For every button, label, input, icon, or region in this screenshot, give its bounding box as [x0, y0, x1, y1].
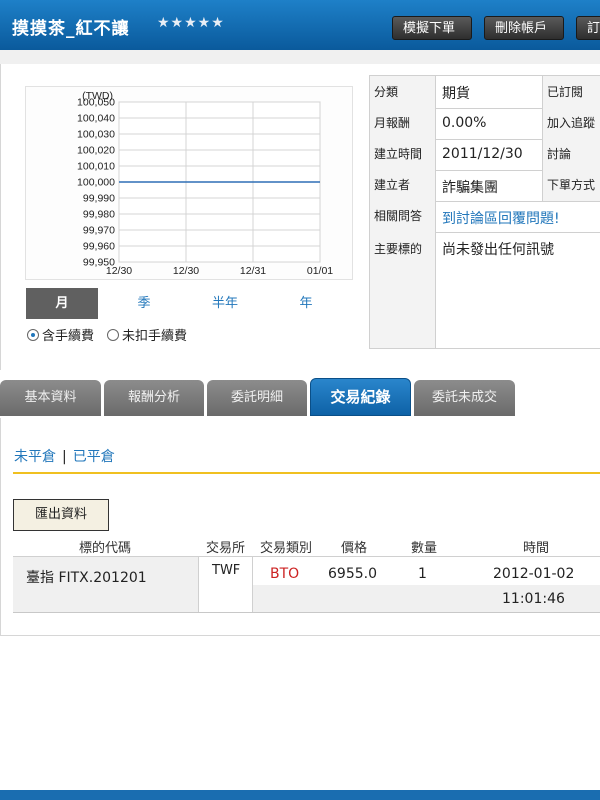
col-header-symbol: 標的代碼 [79, 541, 132, 556]
table-row: 臺指 FITX.201201 TWF BTO 6955.0 1 2012-01-… [13, 557, 600, 613]
y-tick-label: 99,960 [83, 241, 115, 253]
x-tick-label: 12/30 [173, 265, 199, 277]
y-tick-label: 100,020 [77, 145, 115, 157]
info-row-monthly-return: 月報酬 0.00% 加入追蹤 [370, 108, 600, 140]
page-footer [0, 790, 600, 800]
y-tick-label: 100,010 [77, 161, 115, 173]
trade-records-panel: 未平倉 | 已平倉 匯出資料 標的代碼 交易所 交易類別 價格 數量 時間 臺指 F… [0, 418, 600, 636]
info-label: 相關問答 [370, 201, 436, 232]
info-right-label[interactable]: 加入追蹤 [542, 108, 600, 139]
info-label: 分類 [370, 76, 436, 108]
rating-stars[interactable]: ★★★★★ [157, 15, 225, 31]
trade-symbol: 臺指 FITX.201201 [26, 570, 147, 586]
period-tab-half-year[interactable]: 半年 [189, 288, 261, 319]
col-header-time: 時間 [523, 541, 550, 556]
trade-price: 6955.0 [328, 566, 377, 582]
closed-positions-link[interactable]: 已平倉 [73, 449, 115, 465]
trade-time: 11:01:46 [502, 591, 565, 607]
y-tick-label: 100,030 [77, 129, 115, 141]
export-data-button[interactable]: 匯出資料 [13, 499, 109, 531]
qa-link[interactable]: 到討論區回覆問題! [442, 208, 560, 228]
tab-basic-info[interactable]: 基本資料 [0, 380, 101, 416]
period-tab-year[interactable]: 年 [270, 288, 342, 319]
info-right-label: 已訂閱 [542, 76, 600, 108]
y-unit-label: (TWD) [82, 90, 113, 102]
position-toggle: 未平倉 | 已平倉 [14, 446, 115, 466]
fee-radio-with-label: 含手續費 [42, 329, 95, 344]
col-header-type: 交易類別 [260, 541, 313, 556]
fee-radio-without-label: 未扣手續費 [122, 329, 188, 344]
info-right-label: 下單方式 [542, 170, 600, 201]
info-value: 2011/12/30 [442, 146, 523, 162]
fee-radio-without[interactable]: 未扣手續費 [107, 325, 187, 344]
trade-date: 2012-01-02 [493, 566, 575, 582]
info-label: 建立者 [370, 170, 436, 201]
info-value: 尚未發出任何訊號 [442, 242, 554, 258]
info-row-main-target: 主要標的 尚未發出任何訊號 [370, 232, 600, 348]
info-value: 詐騙集團 [442, 180, 498, 196]
info-row-creator: 建立者 詐騙集團 下單方式 [370, 170, 600, 202]
y-tick-label: 99,980 [83, 209, 115, 221]
y-tick-label: 99,990 [83, 193, 115, 205]
page-title: 摸摸茶_紅不讓 [12, 19, 130, 39]
trade-qty: 1 [418, 566, 427, 582]
period-tab-quarter[interactable]: 季 [108, 288, 180, 319]
info-label: 建立時間 [370, 139, 436, 170]
tab-order-details[interactable]: 委託明細 [207, 380, 307, 416]
info-row-qa: 相關問答 到討論區回覆問題! [370, 201, 600, 233]
radio-selected-icon[interactable] [27, 329, 39, 341]
info-value: 0.00% [442, 115, 487, 131]
header-gap [0, 50, 600, 64]
info-label: 月報酬 [370, 108, 436, 139]
delete-account-button[interactable]: 刪除帳戶 [484, 16, 564, 40]
info-value: 期貨 [442, 86, 470, 102]
toggle-separator: | [62, 449, 67, 465]
open-positions-link[interactable]: 未平倉 [14, 449, 56, 465]
account-info-table: 分類 期貨 已訂閱 月報酬 0.00% 加入追蹤 建立時間 2011/12/30… [369, 75, 600, 349]
info-right-label[interactable]: 討論 [542, 139, 600, 170]
tab-unfilled-orders[interactable]: 委託未成交 [414, 380, 515, 416]
col-header-price: 價格 [341, 541, 368, 556]
col-header-exchange: 交易所 [206, 541, 246, 556]
x-tick-label: 12/31 [240, 265, 266, 277]
tab-trade-records[interactable]: 交易紀錄 [310, 378, 411, 416]
x-tick-label: 12/30 [106, 265, 132, 277]
y-tick-label: 100,000 [77, 177, 115, 189]
y-tick-label: 100,040 [77, 113, 115, 125]
fee-radio-with[interactable]: 含手續費 [27, 325, 94, 344]
chart-canvas: 100,050100,040100,030100,020100,010100,0… [77, 90, 333, 277]
x-tick-label: 01/01 [307, 265, 333, 277]
simulate-order-button[interactable]: 模擬下單 [392, 16, 472, 40]
performance-chart: 100,050 100,040 100,030 100,020 100,010 100,0… [25, 86, 353, 280]
period-tab-month[interactable]: 月 [26, 288, 98, 319]
main-panel: 100,050 100,040 100,030 100,020 100,010 100,0… [0, 64, 600, 370]
info-row-created-time: 建立時間 2011/12/30 討論 [370, 139, 600, 171]
tab-return-analysis[interactable]: 報酬分析 [104, 380, 204, 416]
trade-exchange: TWF [212, 563, 241, 578]
info-row-category: 分類 期貨 已訂閱 [370, 76, 600, 109]
section-tabs: 基本資料 報酬分析 委託明細 交易紀錄 委託未成交 [0, 378, 600, 418]
info-label: 主要標的 [370, 232, 436, 348]
subscribe-button[interactable]: 訂 [576, 16, 600, 40]
y-tick-label: 99,970 [83, 225, 115, 237]
col-header-qty: 數量 [411, 541, 438, 556]
page-header: 摸摸茶_紅不讓 ★★★★★ 模擬下單 刪除帳戶 訂 [0, 0, 600, 50]
section-divider [13, 472, 600, 474]
radio-unselected-icon[interactable] [107, 329, 119, 341]
trade-type: BTO [270, 566, 300, 582]
